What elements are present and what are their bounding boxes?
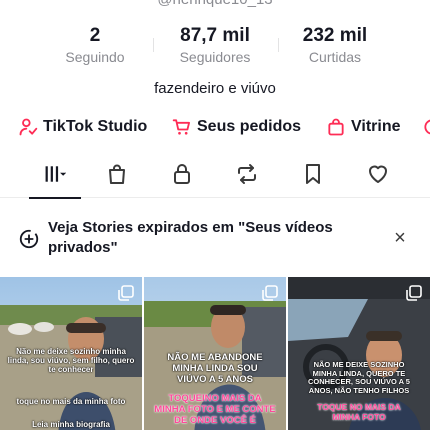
close-icon[interactable]: × [390, 227, 410, 249]
expired-stories-banner[interactable]: Veja Stories expirados em "Seus vídeos p… [0, 212, 430, 264]
likes-count: 232 mil [302, 25, 368, 46]
showcase-link[interactable]: Vitrine [326, 116, 401, 138]
bookmark-icon [306, 164, 320, 184]
stories-add-icon [19, 229, 39, 249]
video-caption: NÃO ME ABANDONE MINHA LINDA SOU VIÚVO A … [167, 352, 263, 385]
profile-stats: 2 Seguindo 87,7 mil Seguidores 232 mil C… [0, 24, 430, 68]
multi-photo-icon [262, 285, 278, 301]
circle-icon [424, 119, 430, 135]
tab-videos[interactable] [25, 150, 85, 199]
divider [153, 38, 154, 52]
person-icon [19, 118, 38, 136]
tab-favorites[interactable] [283, 150, 343, 198]
video-caption: Leia minha biografia [32, 420, 110, 429]
banner-text: Veja Stories expirados em "Seus vídeos p… [48, 219, 333, 256]
following-count: 2 [89, 25, 101, 46]
heart-icon [369, 165, 387, 183]
showcase-label: Vitrine [351, 118, 401, 135]
video-thumbnail[interactable]: NÃO ME DEIXE SOZINHO MINHA LINDA, QUERO … [288, 277, 430, 430]
video-thumbnail[interactable]: NÃO ME ABANDONE MINHA LINDA SOU VIÚVO A … [144, 277, 286, 430]
profile-links: TikTok Studio Seus pedidos Vitrine [0, 116, 430, 138]
profile-bio: fazendeiro e viúvo [154, 80, 276, 97]
video-caption: Não me deixe sozinho minha linda, sou vi… [7, 347, 135, 375]
tab-reposts[interactable] [217, 150, 277, 198]
lock-icon [174, 164, 190, 184]
likes-label: Curtidas [308, 49, 362, 65]
tab-liked[interactable] [348, 150, 408, 198]
multi-photo-icon [406, 285, 422, 301]
divider [278, 38, 279, 52]
followers-label: Seguidores [179, 49, 251, 65]
cart-icon [172, 119, 190, 135]
multi-photo-icon [118, 285, 134, 301]
followers-count: 87,7 mil [180, 25, 250, 46]
shopping-bag-icon [109, 164, 125, 184]
profile-tabs [0, 150, 430, 199]
grid-icon [45, 166, 66, 182]
stat-followers[interactable]: 87,7 mil Seguidores [165, 24, 265, 66]
following-label: Seguindo [65, 49, 125, 65]
video-caption: NÃO ME DEIXE SOZINHO MINHA LINDA, QUERO … [308, 360, 410, 395]
video-thumbnail[interactable]: Não me deixe sozinho minha linda, sou vi… [0, 277, 142, 430]
video-caption: toque no mais da minha foto [16, 397, 126, 406]
video-caption: TOQUEINO MAIS DA MINHA FOTO E ME CONTE D… [154, 393, 276, 426]
repost-icon [238, 164, 256, 184]
more-link[interactable] [422, 116, 430, 138]
tiktok-studio-label: TikTok Studio [43, 118, 148, 135]
bag-icon [328, 118, 344, 136]
orders-link[interactable]: Seus pedidos [172, 116, 301, 138]
stat-likes[interactable]: 232 mil Curtidas [290, 24, 380, 66]
username: @henrique10_13 [0, 0, 430, 8]
video-grid: Não me deixe sozinho minha linda, sou vi… [0, 277, 430, 430]
stat-following[interactable]: 2 Seguindo [55, 24, 135, 66]
orders-label: Seus pedidos [197, 118, 302, 135]
video-caption: TOQUE NO MAIS DA MINHA FOTO [317, 402, 401, 422]
tab-private[interactable] [152, 150, 212, 198]
tiktok-studio-link[interactable]: TikTok Studio [18, 116, 147, 138]
tab-shop[interactable] [87, 150, 147, 198]
